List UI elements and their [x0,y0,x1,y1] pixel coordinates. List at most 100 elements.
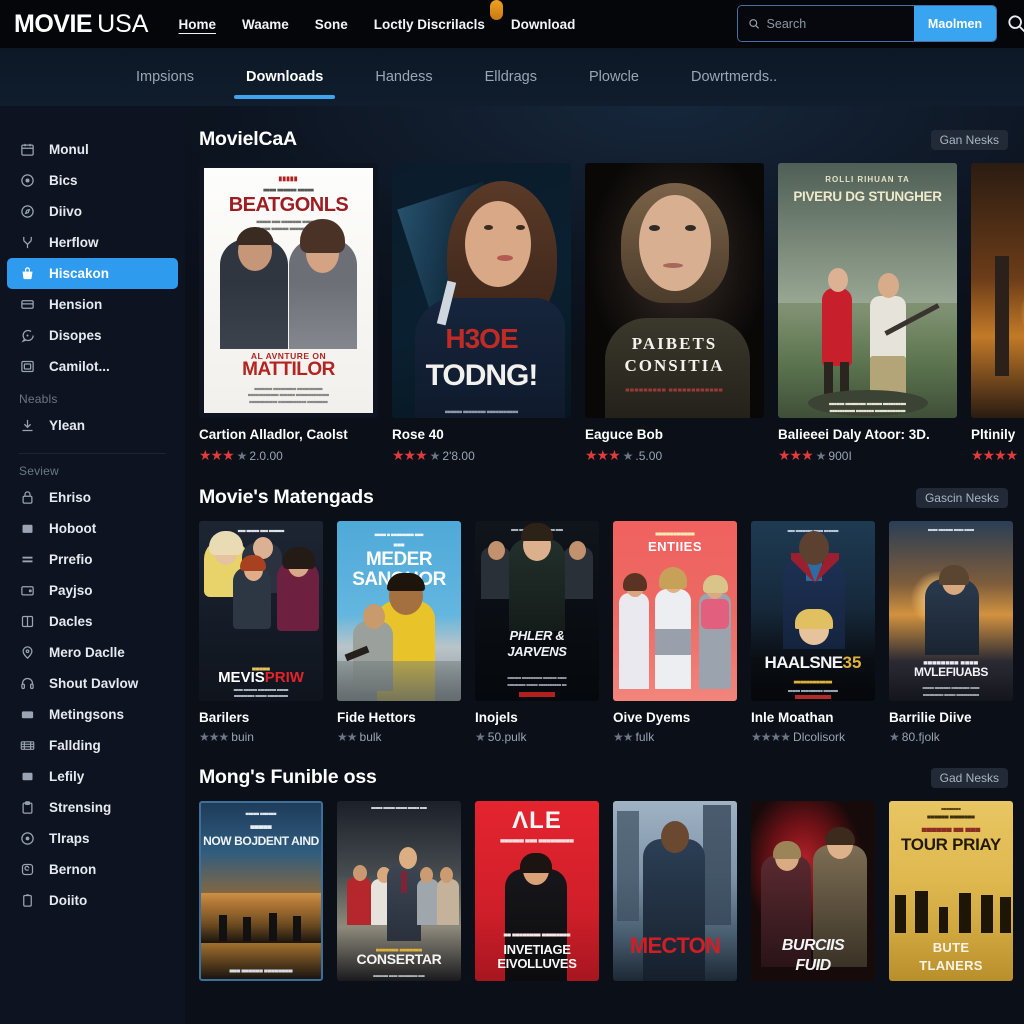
rating-value: 80.fjolk [901,730,940,744]
tab-plowcle[interactable]: Plowcle [563,48,665,106]
sidebar-item-shout-davlow[interactable]: Shout Davlow [7,668,178,699]
sidebar-item-doiito[interactable]: Doiito [7,885,178,916]
sidebar-item-prrefio[interactable]: Prrefio [7,544,178,575]
poster-pretitle: ▄▄▄▄▄ [250,823,272,829]
sidebar-item-payjso[interactable]: Payjso [7,575,178,606]
movie-card[interactable]: ΛLE ▄▄▄▄▄▄ ▄▄▄ ▄▄▄▄▄▄▄▄▄ ▄▄ ▄▄▄▄▄▄▄▄ ▄▄▄… [475,801,599,990]
movie-card[interactable]: PAIBETS CONSITIA ▄▄▄▄▄▄▄▄▄ ▄▄▄▄▄▄▄▄▄▄▄▄ … [585,163,764,464]
poster-title-text: MVLEFIUABS [913,665,988,679]
tab-elldrags[interactable]: Elldrags [459,48,563,106]
sidebar-item-hension[interactable]: Hension [7,289,178,320]
movie-card-rating: ★ 50.pulk [475,730,599,744]
movie-card[interactable]: █████ ▄▄▄▄ ▄▄▄▄▄▄ ▄▄▄▄▄ BEATGONLS ▄▄▄▄▄ … [199,163,378,464]
tab-dowrtmerds[interactable]: Dowrtmerds.. [665,48,803,106]
sidebar-item-bics[interactable]: Bics [7,165,178,196]
poster-headline: MEDER [365,549,433,570]
movie-card-rating: ★ 80.fjolk [889,730,1013,744]
movie-card[interactable]: ▄▄▄▄▄▄▄▄▄▄▄ ENTIIES Oive Dyems ★★ fulk [613,521,737,744]
figure-side-left-face [488,541,505,560]
sidebar-item-hoboot[interactable]: Hoboot [7,513,178,544]
sidebar-item-fallding[interactable]: Fallding [7,730,178,761]
sidebar-item-diivo[interactable]: Diivo [7,196,178,227]
poster-pretitle: ▄▄▄▄▄▄ ▄▄ ▄▄▄ [921,825,981,832]
movie-card[interactable]: ▄▄▄ ▄▄▄▄▄▄▄ ▄▄▄▄ ▄▄▄▄▄▄ HAALSNE35 ▄▄▄▄▄▄… [751,521,875,744]
rating-value: buin [231,730,254,744]
search-submit-button[interactable]: Maolmen [914,6,996,41]
poster-pillar [995,256,1009,376]
movie-card-rating: ★★★ ★ 2'8.00 [392,447,571,464]
poster-billing-block: ▄▄▄▄▄ ▄▄▄▄▄▄▄▄▄ ▄▄▄▄▄▄ [788,688,838,692]
sidebar-item-monul[interactable]: Monul [7,134,178,165]
nav-item-sone[interactable]: Sone [315,17,348,32]
sidebar-item-camilot[interactable]: Camilot... [7,351,178,382]
sidebar-item-ylean[interactable]: Ylean [7,410,178,441]
movie-card[interactable]: ▄▄▄▄ ▄▄▄▄▄▄▄ Pltinily ★★★★ [971,163,1024,464]
sidebar-item-ehriso-label: Ehriso [49,490,92,505]
tab-handess-label: Handess [375,69,433,85]
movie-card[interactable]: ▄▄▄▄▄▄▄▄ ▄▄▄▄▄▄ ▄▄▄▄▄▄▄ ▄▄▄▄▄▄ ▄▄ ▄▄▄ TO… [889,801,1013,990]
poster-title-text: JARVENS [507,644,567,659]
poster-subtitle-1: BUTE [932,940,970,955]
box-icon [19,520,36,537]
movie-card-rating: ★★★ ★ 900I [778,447,957,464]
sidebar-item-disopes[interactable]: Disopes [7,320,178,351]
movie-card[interactable]: MECTON [613,801,737,990]
tab-impsions[interactable]: Impsions [110,48,220,106]
section-more-button[interactable]: Gad Nesks [930,767,1008,788]
movie-card-title: Barilers [199,710,250,725]
movie-card[interactable]: ▄▄▄▄ ▄ ▄▄▄▄▄▄▄▄ ▄▄▄ ▄▄▄ MEDER SANGHOR Fi… [337,521,461,744]
silhouette-2 [243,917,251,941]
figure-b-hair [659,567,687,589]
silhouette-4 [959,893,971,933]
movie-card[interactable]: H3OE TODNG! ▄▄▄▄▄▄ ▄▄▄▄▄▄▄▄ ▄▄▄▄▄▄▄▄▄▄▄ … [392,163,571,464]
sidebar-item-lefily[interactable]: Lefily [7,761,178,792]
poster-art: ▄▄▄▄ ▄▄▄▄▄▄ ▄▄▄▄ ▄▄▄▄ ▄▄▄▄▄▄▄▄ ▄▄▄▄ MVLE… [889,521,1013,701]
figure-a-body [619,593,649,689]
sidebar-item-metingsons[interactable]: Metingsons [7,699,178,730]
sidebar-item-diivo-label: Diivo [49,204,83,219]
header-search-icon[interactable] [1006,13,1024,33]
nav-item-home[interactable]: Home [178,17,216,32]
section-more-button[interactable]: Gascin Nesks [915,487,1008,508]
sidebar-item-strensing[interactable]: Strensing [7,792,178,823]
nav-item-download[interactable]: Download [511,17,576,32]
movie-card[interactable]: ROLLI RIHUAN TA PIVERU DG STUNGHER ▄▄▄▄▄… [778,163,957,464]
star-rating-dim-icon: ★ [236,448,248,463]
poster-art: H3OE TODNG! ▄▄▄▄▄▄ ▄▄▄▄▄▄▄▄ ▄▄▄▄▄▄▄▄▄▄▄ [392,163,571,418]
tab-handess[interactable]: Handess [349,48,458,106]
movie-card[interactable]: ▄▄▄▄▄ ▄▄▄▄▄▄ ▄▄▄▄▄ NOW BOJDENT AIND ▄▄▄ … [199,801,323,990]
sidebar-item-tlraps[interactable]: Tlraps [7,823,178,854]
poster-art: ▄▄▄▄▄ ▄▄▄▄▄▄ ▄▄▄▄▄ NOW BOJDENT AIND ▄▄▄ … [199,801,323,981]
poster-canvas: █████ ▄▄▄▄ ▄▄▄▄▄▄ ▄▄▄▄▄ BEATGONLS ▄▄▄▄▄ … [204,168,373,413]
main-content: MovielCaA Gan Nesks █████ ▄▄▄▄ ▄▄▄▄▄▄ ▄▄… [185,106,1024,1024]
section-more-button[interactable]: Gan Nesks [930,129,1008,150]
badge-icon [19,861,36,878]
sidebar-item-hoboot-label: Hoboot [49,521,97,536]
movie-card[interactable]: BURCIIS FUID [751,801,875,990]
grid-icon [19,613,36,630]
movie-card[interactable]: ▄▄▄▄▄ ▄▄▄▄▄ ▄▄▄▄▄ ▄▄▄▄▄ ▄▄▄ ▄▄▄▄▄▄▄ ▄▄▄▄… [337,801,461,990]
search-input[interactable] [766,16,914,31]
poster-title-part-1: MEVIS [218,669,265,686]
star-rating-icon: ★★★ [199,447,235,463]
nav-item-waame[interactable]: Waame [242,17,289,32]
poster-title-row: HAALSNE35 [751,653,875,673]
movie-card[interactable]: ▄▄▄ ▄▄▄▄▄ ▄▄▄▄ ▄▄▄▄▄ ▄▄▄ PHLER & JARVENS… [475,521,599,744]
figure-side-right-face [569,541,586,560]
figure-lead-face [399,847,417,869]
figure-red-shirt [347,877,371,925]
figure-lips [663,263,683,268]
movie-card[interactable]: ▄▄▄ ▄▄▄▄▄ ▄▄▄ ▄▄▄▄▄▄ ▄▄▄▄▄ MEVISPRIW ▄▄▄… [199,521,323,744]
star-rating-icon: ★★★ [392,447,428,463]
star-rating-icon: ★★ [337,730,357,744]
sidebar-item-ehriso[interactable]: Ehriso [7,482,178,513]
tab-downloads[interactable]: Downloads [220,48,349,106]
sidebar-item-dacles[interactable]: Dacles [7,606,178,637]
movie-card[interactable]: ▄▄▄▄ ▄▄▄▄▄▄ ▄▄▄▄ ▄▄▄▄ ▄▄▄▄▄▄▄▄ ▄▄▄▄ MVLE… [889,521,1013,744]
sidebar-item-mero-daclle[interactable]: Mero Daclle [7,637,178,668]
sidebar-item-hiscakon[interactable]: Hiscakon [7,258,178,289]
sidebar-item-herflow[interactable]: Herflow [7,227,178,258]
brand-logo[interactable]: MOVIE USA [14,10,148,39]
nav-item-loctly-discrilacls[interactable]: Loctly Discrilacls [374,17,485,32]
sidebar-item-bernon[interactable]: Bernon [7,854,178,885]
